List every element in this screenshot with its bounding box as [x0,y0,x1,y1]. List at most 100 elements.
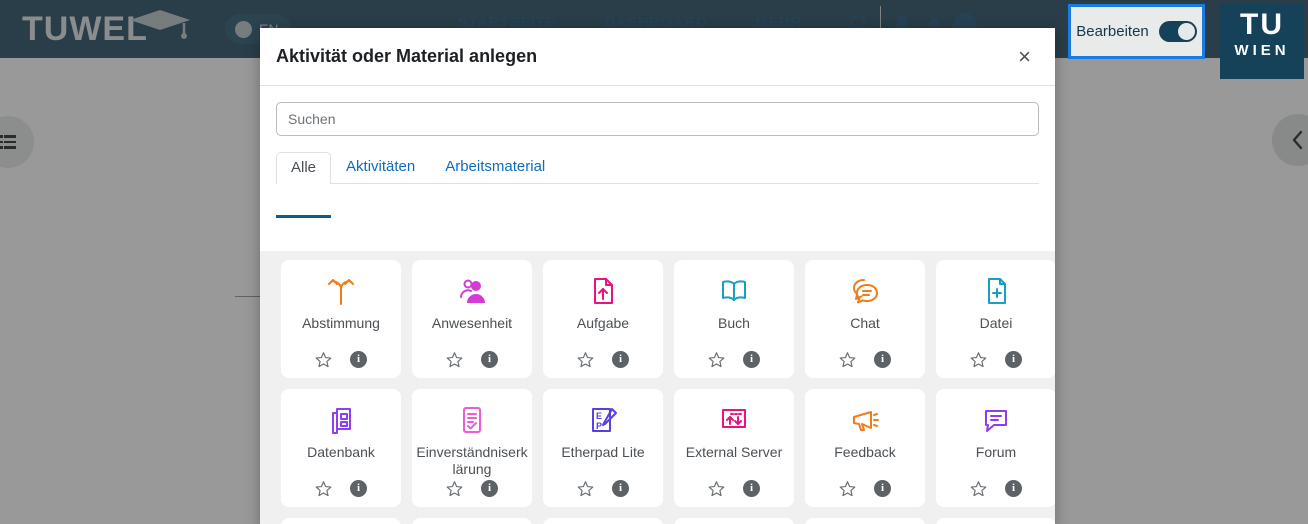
megaphone-icon [850,403,880,437]
tab-alle[interactable]: Alle [276,152,332,184]
edit-mode-toggle[interactable]: Bearbeiten [1068,4,1205,59]
assignment-upload-icon [588,274,618,308]
favourite-star-icon[interactable] [708,351,725,368]
modal-body: Alle Aktivitäten Arbeitsmaterial Abstimm… [260,86,1055,524]
activity-card-actions: i [315,480,367,507]
activity-card[interactable]: Forum i [936,389,1055,507]
tu-wien-logo: TU WIEN [1220,4,1304,79]
tab-arbeitsmaterial[interactable]: Arbeitsmaterial [430,151,560,183]
info-icon[interactable]: i [350,480,367,497]
activity-card[interactable]: Abstimmung i [281,260,401,378]
activity-card[interactable]: i [412,518,532,524]
activity-card[interactable]: Feedback i [805,389,925,507]
activity-card[interactable]: Datenbank i [281,389,401,507]
info-icon[interactable]: i [874,480,891,497]
database-stack-icon [326,403,356,437]
activity-card-label: Forum [975,444,1017,460]
activity-card-actions: i [708,351,760,378]
edit-mode-switch[interactable] [1158,21,1197,42]
activity-card-actions: i [839,480,891,507]
activity-card-label: Datenbank [307,444,375,460]
activity-card[interactable]: AZi [281,518,401,524]
activity-card-label: Datei [979,315,1013,331]
info-icon[interactable]: i [874,351,891,368]
info-icon[interactable]: i [481,351,498,368]
chooser-tabs: Alle Aktivitäten Arbeitsmaterial [276,152,1039,184]
info-icon[interactable]: i [350,351,367,368]
activity-grid-area: Abstimmung i Anwesenheit i Aufgabe i Buch i Chat… [260,251,1055,524]
choice-arrows-icon [326,274,356,308]
favourite-star-icon[interactable] [577,480,594,497]
info-icon[interactable]: i [612,480,629,497]
activity-card[interactable]: jupyteri [805,518,925,524]
activity-card[interactable]: External Server i [674,389,794,507]
favourite-star-icon[interactable] [970,480,987,497]
info-icon[interactable]: i [743,351,760,368]
activity-card-label: Aufgabe [576,315,630,331]
activity-card-actions: i [839,351,891,378]
activity-card-actions: i [970,480,1022,507]
activity-card[interactable]: Datei i [936,260,1055,378]
activity-card[interactable]: Aufgabe i [543,260,663,378]
modal-title: Aktivität oder Material anlegen [276,46,538,66]
activity-card-label: Einverständniserklärung [416,444,528,477]
activity-card[interactable]: Buch i [674,260,794,378]
activity-card[interactable]: Chat i [805,260,925,378]
switch-knob [1177,23,1195,40]
search-row [260,86,1055,136]
info-icon[interactable]: i [1005,351,1022,368]
favourite-star-icon[interactable] [315,351,332,368]
tab-aktivitaeten[interactable]: Aktivitäten [331,151,430,183]
activity-card[interactable]: Anwesenheit i [412,260,532,378]
activity-card-label: External Server [685,444,783,460]
activity-card-label: Chat [850,315,880,331]
svg-text:P: P [596,421,602,431]
screen: TUWEL EN STARTSEITE DASHBOARD MEHR [0,0,1308,524]
activity-card-actions: i [577,351,629,378]
search-input[interactable] [276,102,1039,136]
activity-card[interactable]: i [674,518,794,524]
favourite-star-icon[interactable] [577,351,594,368]
activity-chooser-modal: Aktivität oder Material anlegen × Alle A… [260,28,1055,524]
activity-card-actions: i [970,351,1022,378]
favourite-star-icon[interactable] [446,351,463,368]
activity-card-label: Etherpad Lite [561,444,645,460]
info-icon[interactable]: i [743,480,760,497]
favourite-star-icon[interactable] [315,480,332,497]
activity-card-label: Feedback [834,444,896,460]
favourite-star-icon[interactable] [839,351,856,368]
activity-card[interactable]: H‑Pi [543,518,663,524]
activity-card-actions: i [446,351,498,378]
edit-mode-label: Bearbeiten [1076,23,1149,40]
svg-text:E: E [596,411,602,421]
activity-card[interactable]: jupyteri [936,518,1055,524]
file-plus-icon [981,274,1011,308]
attendance-people-icon [457,274,487,308]
info-icon[interactable]: i [612,351,629,368]
tu-wien-logo-wien: WIEN [1234,42,1290,59]
activity-card-actions: i [708,480,760,507]
etherpad-edit-icon: EP [588,403,618,437]
info-icon[interactable]: i [1005,480,1022,497]
consent-form-icon [457,403,487,437]
favourite-star-icon[interactable] [446,480,463,497]
active-tab-indicator [276,215,331,218]
modal-header: Aktivität oder Material anlegen × [260,28,1055,86]
favourite-star-icon[interactable] [839,480,856,497]
activity-card-actions: i [577,480,629,507]
activity-grid: Abstimmung i Anwesenheit i Aufgabe i Buch i Chat… [260,260,1055,524]
activity-card-label: Buch [718,315,750,331]
forum-speech-icon [981,403,1011,437]
info-icon[interactable]: i [481,480,498,497]
close-icon[interactable]: × [1012,44,1037,70]
activity-card-label: Abstimmung [302,315,380,331]
activity-card-actions: i [315,351,367,378]
activity-card[interactable]: Einverständniserklärung i [412,389,532,507]
activity-card-actions: i [446,480,498,507]
favourite-star-icon[interactable] [970,351,987,368]
activity-card-label: Anwesenheit [431,315,513,331]
external-server-icon [719,403,749,437]
book-open-icon [719,274,749,308]
activity-card[interactable]: E P Etherpad Lite i [543,389,663,507]
favourite-star-icon[interactable] [708,480,725,497]
